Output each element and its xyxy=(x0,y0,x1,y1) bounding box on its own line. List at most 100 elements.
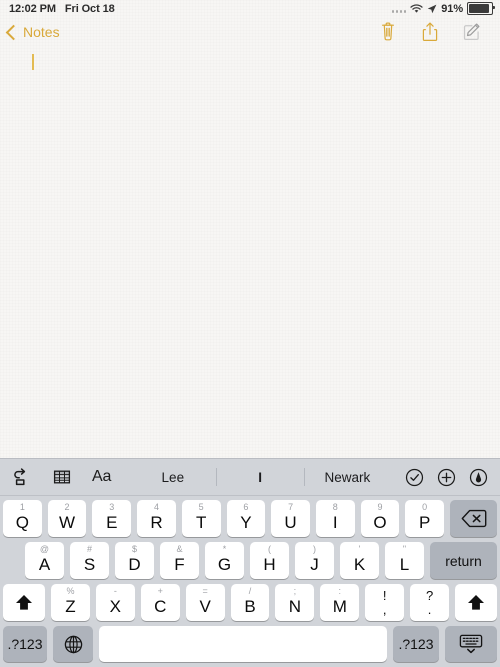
keyboard-row-3: % Z - X + C = V / B ; N: M ! , ? . xyxy=(3,584,498,621)
battery-icon xyxy=(467,2,495,15)
key-l[interactable]: " L xyxy=(385,542,424,579)
key-s-hint: # xyxy=(86,544,92,554)
keyboard-row-1: 1 Q 2 W 3 E 4 R 5 T 6 Y 7 U 8 I 9 O 0 P xyxy=(3,500,498,537)
key-y[interactable]: 6 Y xyxy=(226,500,266,537)
share-icon[interactable] xyxy=(420,21,440,43)
key-f[interactable]: & F xyxy=(160,542,199,579)
key-z[interactable]: % Z xyxy=(51,584,90,621)
delete-left-icon xyxy=(461,509,486,528)
key-o[interactable]: 9 O xyxy=(360,500,400,537)
numbers-left-key[interactable]: .?123 xyxy=(3,626,47,662)
key-t-label: T xyxy=(195,512,207,532)
key-g-hint: * xyxy=(222,544,227,554)
space-key[interactable] xyxy=(99,626,387,662)
key-p[interactable]: 0 P xyxy=(405,500,445,537)
key-u-hint: 7 xyxy=(288,502,294,512)
shift-left-key[interactable] xyxy=(3,584,45,621)
status-bar: 12:02 PM Fri Oct 18 91% xyxy=(0,0,500,17)
navigation-actions xyxy=(378,21,490,43)
return-key-label: return xyxy=(445,552,482,569)
key-u[interactable]: 7 U xyxy=(271,500,310,537)
key-a[interactable]: @ A xyxy=(25,542,64,579)
key-k-hint: ' xyxy=(358,544,361,554)
key-q[interactable]: 1 Q xyxy=(3,500,42,537)
note-editor[interactable] xyxy=(0,47,500,458)
key-a-hint: @ xyxy=(39,544,50,554)
exclamation-comma-key[interactable]: ! , xyxy=(365,584,405,621)
keyboard-toolbar: Aa Lee I Newark xyxy=(0,459,500,496)
undo-icon[interactable] xyxy=(12,467,32,487)
key-m[interactable]: : M xyxy=(320,584,360,621)
key-x[interactable]: - X xyxy=(95,584,135,621)
predictive-text-bar: Lee I Newark xyxy=(129,466,391,488)
key-n-hint: ; xyxy=(293,586,297,596)
key-i-hint: 8 xyxy=(332,502,338,512)
key-h-label: H xyxy=(263,554,276,574)
prediction-candidate-1[interactable]: Lee xyxy=(129,466,216,488)
key-w[interactable]: 2 W xyxy=(47,500,87,537)
markup-circle-icon[interactable] xyxy=(469,468,488,487)
key-l-label: L xyxy=(399,554,410,574)
key-s[interactable]: # S xyxy=(70,542,109,579)
location-arrow-icon xyxy=(427,4,437,13)
numbers-right-label: .?123 xyxy=(398,636,434,652)
keyboard-key-rows: 1 Q 2 W 3 E 4 R 5 T 6 Y 7 U 8 I 9 O 0 P … xyxy=(0,496,500,662)
key-h[interactable]: ( H xyxy=(250,542,289,579)
key-v[interactable]: = V xyxy=(185,584,225,621)
key-r-hint: 4 xyxy=(153,502,159,512)
trash-icon[interactable] xyxy=(378,21,398,43)
key-n-label: N xyxy=(288,596,302,616)
back-to-notes-button[interactable]: Notes xyxy=(5,24,60,40)
key-q-hint: 1 xyxy=(19,502,25,512)
key-d[interactable]: $ D xyxy=(115,542,154,579)
key-r[interactable]: 4 R xyxy=(137,500,176,537)
checklist-circle-icon[interactable] xyxy=(405,468,424,487)
return-key[interactable]: return xyxy=(430,542,497,579)
text-format-button[interactable]: Aa xyxy=(92,469,111,485)
keyboard-row-2: @ A # S $ D & F * G (H) J ' K " L retu… xyxy=(3,542,497,579)
numbers-right-key[interactable]: .?123 xyxy=(393,626,439,662)
status-bar-date: Fri Oct 18 xyxy=(64,2,115,15)
shift-arrow-icon xyxy=(16,595,32,610)
key-k[interactable]: ' K xyxy=(340,542,379,579)
key-i[interactable]: 8 I xyxy=(315,500,355,537)
exclamation-label: ! xyxy=(382,588,387,603)
key-y-hint: 6 xyxy=(243,502,249,512)
table-icon[interactable] xyxy=(52,467,72,487)
prediction-candidate-2[interactable]: I xyxy=(216,466,303,488)
key-e[interactable]: 3 E xyxy=(92,500,132,537)
key-p-hint: 0 xyxy=(422,502,428,512)
key-c[interactable]: + C xyxy=(140,584,180,621)
notes-app-screen: 12:02 PM Fri Oct 18 91% Notes Aa Lee I N… xyxy=(0,0,500,667)
dismiss-keyboard-key[interactable] xyxy=(445,626,497,662)
key-m-hint: : xyxy=(338,586,342,596)
backspace-key[interactable] xyxy=(450,500,498,537)
key-w-label: W xyxy=(59,512,76,532)
status-bar-time: 12:02 PM xyxy=(9,2,56,15)
prediction-candidate-3[interactable]: Newark xyxy=(303,466,391,488)
key-u-label: U xyxy=(284,512,297,532)
question-period-key[interactable]: ? . xyxy=(410,584,450,621)
globe-icon xyxy=(64,635,82,653)
question-label: ? xyxy=(425,588,434,603)
key-m-label: M xyxy=(332,596,347,616)
on-screen-keyboard: Aa Lee I Newark 1 Q 2 W 3 E 4 R 5 T 6 Y … xyxy=(0,458,500,667)
compose-icon[interactable] xyxy=(462,21,482,43)
key-d-label: D xyxy=(128,554,141,574)
key-g[interactable]: * G xyxy=(205,542,244,579)
key-b[interactable]: / B xyxy=(230,584,270,621)
plus-circle-icon[interactable] xyxy=(437,468,456,487)
globe-key[interactable] xyxy=(53,626,93,662)
key-v-label: V xyxy=(199,596,211,616)
shift-right-key[interactable] xyxy=(455,584,498,621)
toolbar-left-group: Aa xyxy=(12,467,111,487)
key-g-label: G xyxy=(217,554,232,574)
key-j[interactable]: ) J xyxy=(295,542,334,579)
key-e-hint: 3 xyxy=(109,502,115,512)
key-c-hint: + xyxy=(157,586,163,596)
key-n[interactable]: ; N xyxy=(275,584,315,621)
signal-dots-icon xyxy=(391,5,407,13)
key-o-hint: 9 xyxy=(377,502,383,512)
key-p-label: P xyxy=(419,512,431,532)
key-t[interactable]: 5 T xyxy=(181,500,221,537)
